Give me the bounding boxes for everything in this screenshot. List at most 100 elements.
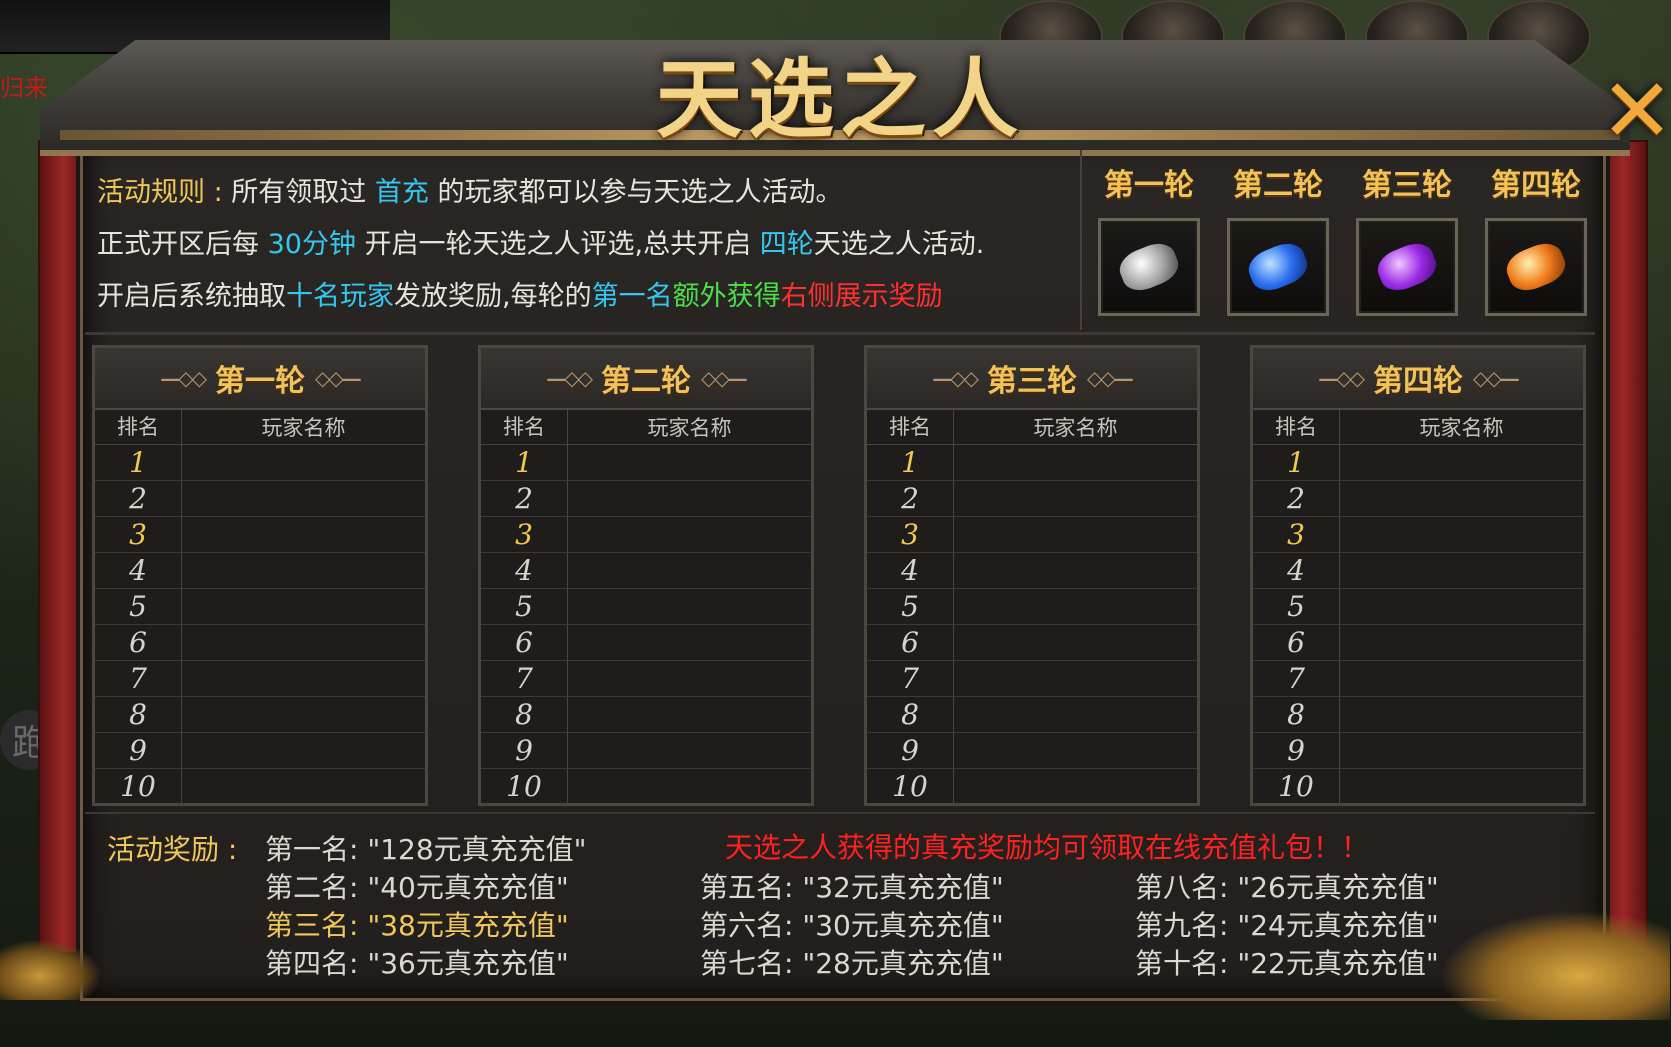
table-row: 6 [867,625,1197,661]
rewards-label: 活动奖励 : [107,833,238,866]
rank-number: 7 [1253,661,1340,696]
rank-number: 4 [481,553,568,588]
table-row: 7 [867,661,1197,697]
rules-section: 活动规则 : 所有领取过 首充 的玩家都可以参与天选之人活动。 正式开区后每 3… [97,160,1077,320]
table-row: 10 [1253,769,1583,804]
table-row: 8 [867,697,1197,733]
rules-highlight: 十名玩家 [286,281,394,312]
divider [1080,150,1082,330]
reward-item-slot[interactable] [1227,218,1329,316]
rank-number: 9 [95,733,182,768]
rules-text: 发放奖励,每轮的 [394,281,592,312]
table-row: 5 [481,589,811,625]
rules-text: 开启一轮天选之人评选,总共开启 [355,229,760,260]
table-row: 3 [95,517,425,553]
rank-number: 3 [1253,517,1340,552]
reward-item: 第二名: "40元真充充值" [265,871,569,904]
rules-text: 天选之人活动. [813,229,985,260]
reward-item-slot[interactable] [1485,218,1587,316]
rank-number: 9 [867,733,954,768]
round-reward-2: 第二轮 [1223,160,1333,316]
column-header: 排名 玩家名称 [1253,410,1583,445]
rank-number: 5 [95,589,182,624]
rank-number: 5 [1253,589,1340,624]
table-row: 4 [481,553,811,589]
table-row: 9 [481,733,811,769]
table-row: 1 [1253,445,1583,481]
rank-table-round-1: —◇◇ 第一轮 ◇◇— 排名 玩家名称 1 2 3 4 5 6 7 8 9 10 [92,345,428,806]
table-row: 4 [867,553,1197,589]
rules-highlight: 右侧展示奖励 [780,281,943,312]
rank-number: 2 [1253,481,1340,516]
table-row: 8 [1253,697,1583,733]
reward-item: 第九名: "24元真充充值" [1135,909,1439,942]
table-row: 4 [95,553,425,589]
rank-number: 3 [867,517,954,552]
table-row: 9 [1253,733,1583,769]
round-reward-4: 第四轮 [1481,160,1591,316]
table-row: 1 [95,445,425,481]
rules-label: 活动规则 : [97,177,232,208]
rules-highlight: 首充 [374,177,429,208]
reward-item-slot[interactable] [1098,218,1200,316]
rank-number: 4 [867,553,954,588]
table-title: —◇◇ 第一轮 ◇◇— [95,348,425,410]
round-reward-1: 第一轮 [1094,160,1204,316]
reward-item-slot[interactable] [1356,218,1458,316]
rank-number: 1 [867,445,954,480]
rank-table-round-4: —◇◇ 第四轮 ◇◇— 排名 玩家名称 1 2 3 4 5 6 7 8 9 10 [1250,345,1586,806]
rank-number: 4 [1253,553,1340,588]
rank-number: 9 [1253,733,1340,768]
table-row: 5 [1253,589,1583,625]
table-row: 2 [867,481,1197,517]
rank-table-round-3: —◇◇ 第三轮 ◇◇— 排名 玩家名称 1 2 3 4 5 6 7 8 9 10 [864,345,1200,806]
rules-line-1: 活动规则 : 所有领取过 首充 的玩家都可以参与天选之人活动。 [97,170,842,209]
table-row: 1 [481,445,811,481]
table-row: 6 [481,625,811,661]
reward-item: 第八名: "26元真充充值" [1135,871,1439,904]
rank-number: 8 [1253,697,1340,732]
table-row: 5 [95,589,425,625]
reward-item: 第七名: "28元真充充值" [700,947,1004,980]
rewards-notice: 天选之人获得的真充奖励均可领取在线充值礼包！！ [725,831,1370,864]
close-icon[interactable]: ✕ [1598,67,1671,155]
rank-rows: 1 2 3 4 5 6 7 8 9 10 [867,445,1197,804]
rank-number: 10 [867,769,954,804]
rules-line-2: 正式开区后每 30分钟 开启一轮天选之人评选,总共开启 四轮天选之人活动. [97,222,984,261]
round-rewards: 第一轮 第二轮 第三轮 第四轮 [1092,160,1592,320]
rank-number: 7 [867,661,954,696]
rank-number: 10 [1253,769,1340,804]
table-row: 8 [95,697,425,733]
rank-number: 4 [95,553,182,588]
table-row: 3 [1253,517,1583,553]
rank-number: 5 [867,589,954,624]
table-row: 1 [867,445,1197,481]
rank-number: 1 [481,445,568,480]
rank-number: 6 [867,625,954,660]
table-row: 3 [867,517,1197,553]
rank-number: 8 [481,697,568,732]
table-row: 4 [1253,553,1583,589]
gold-coins-decoration [1440,910,1670,1020]
rank-number: 10 [95,769,182,804]
table-row: 8 [481,697,811,733]
rank-number: 6 [1253,625,1340,660]
gem-icon [1114,237,1184,297]
rank-number: 1 [1253,445,1340,480]
reward-item: 第五名: "32元真充充值" [700,871,1004,904]
gold-coins-decoration [0,940,100,1000]
rules-highlight: 30分钟 [267,229,356,260]
rank-table-round-2: —◇◇ 第二轮 ◇◇— 排名 玩家名称 1 2 3 4 5 6 7 8 9 10 [478,345,814,806]
rewards-section: 活动奖励 : 天选之人获得的真充奖励均可领取在线充值礼包！！ 第一名: "128… [85,812,1595,989]
reward-item: 第十名: "22元真充充值" [1135,947,1439,980]
rules-line-3: 开启后系统抽取十名玩家发放奖励,每轮的第一名额外获得右侧展示奖励 [97,274,943,313]
table-row: 5 [867,589,1197,625]
rules-text: 开启后系统抽取 [97,281,286,312]
table-row: 9 [95,733,425,769]
table-row: 3 [481,517,811,553]
reward-item: 第三名: "38元真充充值" [265,909,569,942]
rules-text: 所有领取过 [231,177,375,208]
reward-item: 第一名: "128元真充充值" [265,833,587,866]
rank-number: 2 [867,481,954,516]
table-row: 6 [1253,625,1583,661]
